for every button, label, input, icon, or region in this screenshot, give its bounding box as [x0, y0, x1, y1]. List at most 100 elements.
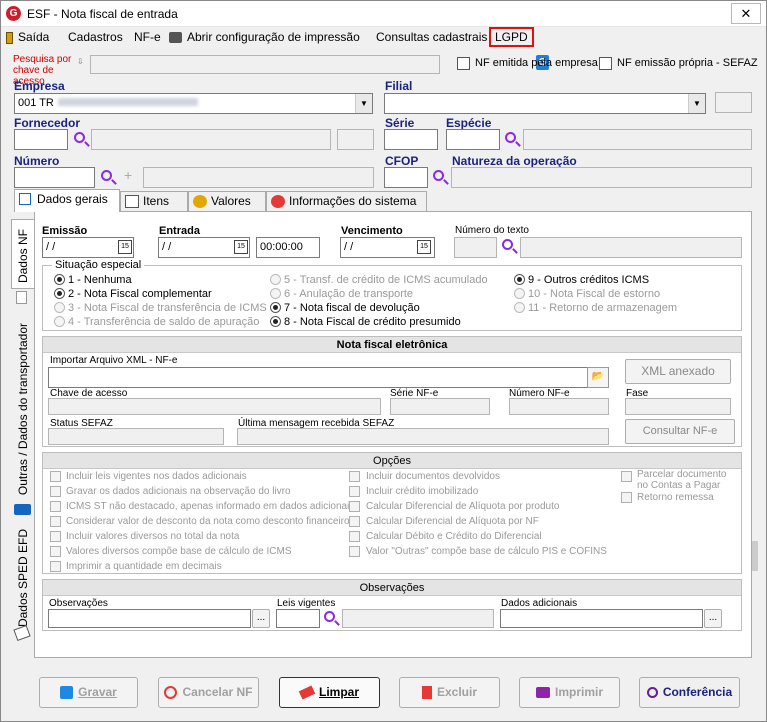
opcao-checkbox-15[interactable]: [621, 492, 632, 503]
importar-xml-input[interactable]: [48, 367, 608, 388]
situacao-radio-3[interactable]: [54, 302, 65, 313]
conferencia-button[interactable]: Conferência: [639, 677, 740, 708]
chevron-down-icon[interactable]: ▼: [355, 94, 372, 113]
numero-texto-input[interactable]: [454, 237, 497, 258]
hora-input[interactable]: 00:00:00: [256, 237, 320, 258]
chave-acesso-search-input[interactable]: [90, 55, 440, 74]
opcao-label-7: Imprimir a quantidade em decimais: [66, 561, 222, 572]
situacao-radio-1[interactable]: [54, 274, 65, 285]
emissao-value: / /: [46, 241, 56, 253]
opcao-checkbox-8[interactable]: [349, 471, 360, 482]
close-button[interactable]: ✕: [731, 3, 761, 24]
nf-empresa-checkbox[interactable]: [457, 57, 470, 70]
menu-nfe[interactable]: NF-e: [134, 29, 161, 45]
nf-propria-checkbox[interactable]: [599, 57, 612, 70]
filial-select[interactable]: [384, 93, 706, 114]
save-icon: [60, 686, 74, 700]
especie-input[interactable]: [446, 129, 500, 150]
search-icon[interactable]: [324, 611, 335, 622]
scrollbar-thumb[interactable]: [752, 541, 758, 571]
opcao-checkbox-6[interactable]: [50, 546, 61, 557]
situacao-option-1: 1 - Nenhuma: [68, 274, 132, 286]
opcao-label-15: Retorno remessa: [637, 492, 714, 503]
opcao-checkbox-1[interactable]: [50, 471, 61, 482]
tab-informacoes-sistema[interactable]: Informações do sistema: [266, 191, 427, 211]
consultar-nfe-button[interactable]: Consultar NF-e: [625, 419, 735, 444]
opcao-checkbox-7[interactable]: [50, 561, 61, 572]
serie-input[interactable]: [384, 129, 438, 150]
menu-consultas[interactable]: Consultas cadastrais: [376, 29, 487, 45]
situacao-radio-11[interactable]: [514, 302, 525, 313]
tab-itens[interactable]: Itens: [120, 191, 188, 211]
opcao-checkbox-10[interactable]: [349, 501, 360, 512]
observacoes-input[interactable]: [48, 609, 251, 628]
situacao-radio-6[interactable]: [270, 288, 281, 299]
menu-cadastros[interactable]: Cadastros: [68, 29, 123, 45]
limpar-button[interactable]: Limpar: [279, 677, 380, 708]
cancelar-label: Cancelar NF: [182, 685, 253, 699]
xml-anexado-button[interactable]: XML anexado: [625, 359, 731, 384]
tab-dados-gerais[interactable]: Dados gerais: [14, 189, 120, 212]
opcao-checkbox-5[interactable]: [50, 531, 61, 542]
excluir-button[interactable]: Excluir: [399, 677, 500, 708]
chevron-down-icon[interactable]: ▼: [688, 94, 705, 113]
folder-open-icon[interactable]: 📂: [587, 367, 609, 388]
situacao-radio-4[interactable]: [54, 316, 65, 327]
imprimir-label: Imprimir: [554, 685, 603, 699]
situacao-radio-10[interactable]: [514, 288, 525, 299]
edit-document-icon: [125, 195, 139, 208]
opcao-checkbox-13[interactable]: [349, 546, 360, 557]
calendar-icon[interactable]: 15: [417, 240, 431, 254]
search-icon[interactable]: [505, 132, 516, 143]
search-icon[interactable]: [433, 170, 444, 181]
gravar-button[interactable]: Gravar: [39, 677, 138, 708]
dados-adicionais-browse-button[interactable]: ...: [704, 609, 722, 628]
opcao-checkbox-3[interactable]: [50, 501, 61, 512]
empresa-select[interactable]: 001 TR: [14, 93, 373, 114]
opcao-checkbox-4[interactable]: [50, 516, 61, 527]
numero-texto-label: Número do texto: [455, 225, 529, 236]
printer-icon: [169, 32, 182, 44]
tab-valores[interactable]: Valores: [188, 191, 266, 211]
vtab-outras-label[interactable]: Outras / Dados do transportador: [16, 323, 30, 495]
hora-value: 00:00:00: [260, 241, 303, 253]
imprimir-button[interactable]: Imprimir: [519, 677, 620, 708]
serie-nfe-field: [390, 398, 490, 415]
leis-vigentes-input[interactable]: [276, 609, 320, 628]
cancelar-nf-button[interactable]: Cancelar NF: [158, 677, 259, 708]
dados-adicionais-input[interactable]: [500, 609, 703, 628]
calendar-icon[interactable]: 15: [118, 240, 132, 254]
opcao-checkbox-14[interactable]: [621, 471, 632, 482]
opcao-checkbox-12[interactable]: [349, 531, 360, 542]
opcao-checkbox-11[interactable]: [349, 516, 360, 527]
opcao-label-6: Valores diversos compõe base de cálculo …: [66, 546, 292, 557]
search-icon[interactable]: [74, 132, 85, 143]
situacao-radio-5[interactable]: [270, 274, 281, 285]
numero-input[interactable]: [14, 167, 95, 188]
ultima-mensagem-field: [237, 428, 609, 445]
situacao-radio-8[interactable]: [270, 316, 281, 327]
search-icon[interactable]: [502, 239, 513, 250]
search-icon[interactable]: [101, 170, 112, 181]
title-bar: G ESF - Nota fiscal de entrada ✕: [1, 1, 766, 27]
tab-valores-label: Valores: [211, 194, 251, 208]
serie-label: Série: [385, 116, 415, 130]
opcao-checkbox-9[interactable]: [349, 486, 360, 497]
dados-adicionais-label: Dados adicionais: [501, 598, 578, 609]
opcao-label-5: Incluir valores diversos no total da not…: [66, 531, 240, 542]
plus-icon[interactable]: +: [124, 167, 132, 183]
observacoes-browse-button[interactable]: ...: [252, 609, 270, 628]
menu-saida[interactable]: Saída: [6, 29, 49, 45]
situacao-option-6: 6 - Anulação de transporte: [284, 288, 414, 300]
situacao-option-10: 10 - Nota Fiscal de estorno: [528, 288, 661, 300]
menu-abrir-config[interactable]: Abrir configuração de impressão: [169, 29, 360, 45]
calendar-icon[interactable]: 15: [234, 240, 248, 254]
fornecedor-input[interactable]: [14, 129, 68, 150]
menu-lgpd[interactable]: LGPD: [489, 27, 534, 47]
cfop-input[interactable]: [384, 167, 428, 188]
situacao-radio-2[interactable]: [54, 288, 65, 299]
situacao-radio-7[interactable]: [270, 302, 281, 313]
opcao-checkbox-2[interactable]: [50, 486, 61, 497]
vtab-sped-label[interactable]: Dados SPED EFD: [16, 529, 30, 627]
situacao-radio-9[interactable]: [514, 274, 525, 285]
